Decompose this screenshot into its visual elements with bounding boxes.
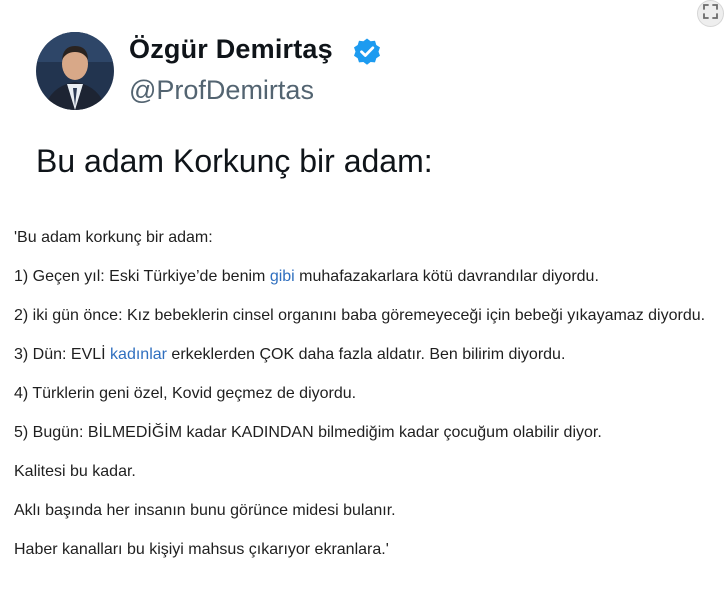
quote-line: 'Bu adam korkunç bir adam: [14, 229, 213, 246]
page: Özgür Demirtaş @ProfDemirtas Bu adam Kor… [0, 0, 726, 592]
quote-text-block: 'Bu adam korkunç bir adam: 1) Geçen yıl:… [14, 226, 714, 577]
quote-line: 3) Dün: EVLİ kadınlar erkeklerden ÇOK da… [14, 343, 714, 367]
quote-text: erkeklerden ÇOK daha fazla aldatır. Ben … [166, 346, 566, 363]
quote-line: 5) Bugün: BİLMEDİĞİM kadar KADINDAN bilm… [14, 424, 602, 441]
display-name[interactable]: Özgür Demirtaş [129, 34, 333, 65]
quote-text: 1) Geçen yıl: Eski Türkiye’de benim [14, 268, 270, 285]
quote-line: Aklı başında her insanın bunu görünce mi… [14, 502, 396, 519]
hashtag-link[interactable]: kadınlar [110, 346, 167, 363]
verified-badge-icon [352, 37, 382, 67]
handle[interactable]: @ProfDemirtas [129, 75, 314, 106]
tweet-screenshot: Özgür Demirtaş @ProfDemirtas Bu adam Kor… [0, 0, 726, 215]
quote-line: 2) iki gün önce: Kız bebeklerin cinsel o… [14, 307, 706, 324]
quote-text: muhafazakarlara kötü davrandılar diyordu… [294, 268, 599, 285]
tweet-text: Bu adam Korkunç bir adam: [36, 143, 433, 179]
avatar [36, 32, 114, 110]
hashtag-link[interactable]: gibi [270, 268, 295, 285]
quote-line: Haber kanalları bu kişiyi mahsus çıkarıy… [14, 541, 389, 558]
quote-line: 4) Türklerin geni özel, Kovid geçmez de … [14, 385, 357, 402]
quote-line: Kalitesi bu kadar. [14, 463, 136, 480]
quote-line: 1) Geçen yıl: Eski Türkiye’de benim gibi… [14, 265, 714, 289]
quote-text: 3) Dün: EVLİ [14, 346, 111, 363]
expand-icon [702, 3, 719, 25]
expand-button[interactable] [697, 0, 724, 27]
